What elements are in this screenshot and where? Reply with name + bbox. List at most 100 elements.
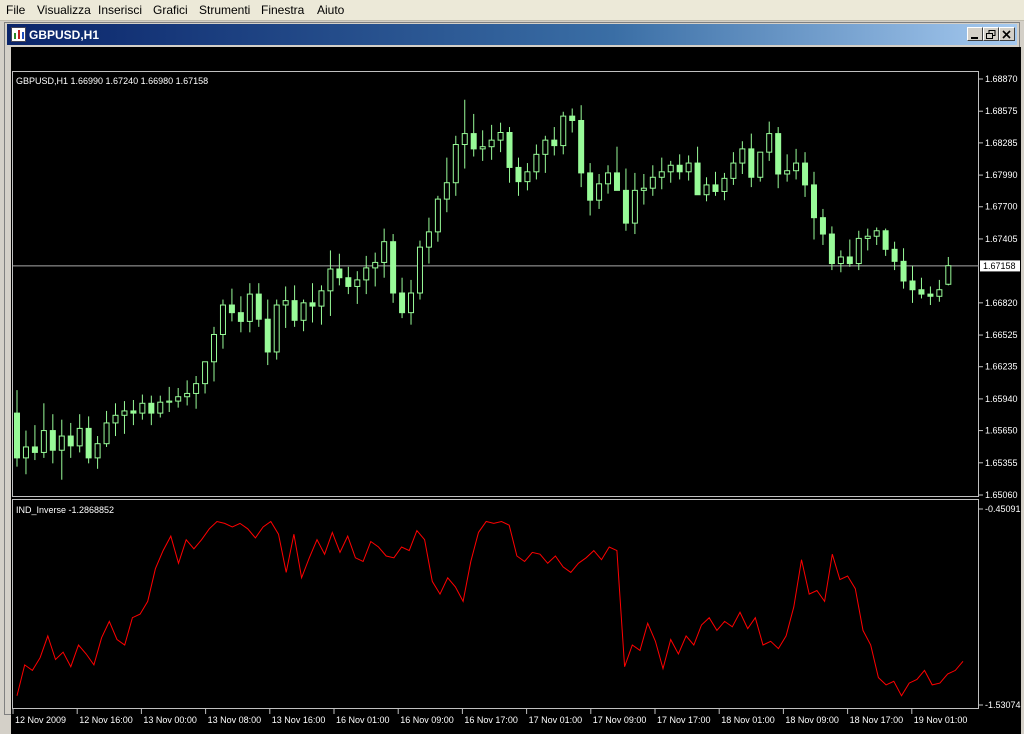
candle-body-bull [533,153,540,173]
candle-body-bull [793,162,800,172]
candle-body-bull [327,268,334,292]
price-tick-label: 1.66235 [985,362,1018,372]
menu-strumenti[interactable]: Strumenti [199,3,250,17]
candle-body-bull [372,261,379,269]
candle-body-bear [578,119,585,174]
price-tick-label: 1.65940 [985,394,1018,404]
candle-body-bull [757,151,764,178]
candle-body-bear [810,184,817,219]
menu-inserisci[interactable]: Inserisci [98,3,142,17]
candle-body-bear [515,166,522,183]
candle-body-bull [721,177,728,192]
candle-body-bull [461,133,468,146]
menu-bar: File Visualizza Inserisci Grafici Strume… [0,0,1024,21]
candle-body-bull [434,198,441,233]
candle-body-bull [103,422,110,445]
price-tick-label: 1.67700 [985,202,1018,212]
candle-body-bull [408,292,415,314]
candle-body-bull [488,139,495,148]
candle-body-bull [22,446,29,459]
candle-body-bull [219,304,226,335]
candle-body-bear [882,230,889,250]
chart-canvas[interactable]: 1.68870 1.68575 1.68285 1.67990 1.67700 1.674… [11,47,1021,734]
current-price-label: 1.67158 [980,260,1020,272]
candle-body-bull [318,290,325,307]
candle-body-bull [703,184,710,196]
candle-body-bull [855,237,862,265]
candle-body-bull [560,115,567,147]
price-tick-label: 1.68870 [985,74,1018,84]
candle-body-bull [873,230,880,237]
candle-body-bear [14,412,20,459]
candle-body-bear [291,300,298,321]
current-price-label-text: 1.67158 [983,261,1016,271]
price-tick-label: 1.66820 [985,298,1018,308]
candle-body-bull [658,171,665,178]
chart-area[interactable]: 1.68870 1.68575 1.68285 1.67990 1.67700 1.674… [11,47,1021,734]
candle-body-bull [381,241,388,263]
candle-body-bull [416,246,423,294]
candle-body-bear [918,289,925,295]
candle-body-bear [85,427,92,459]
candle-body-bear [676,164,683,173]
candle-body-bear [622,189,629,224]
candle-body-bull [730,162,737,179]
close-icon [1002,30,1011,39]
candle-body-bear [909,280,916,291]
menu-grafici[interactable]: Grafici [153,3,188,17]
candle-body-bear [891,248,898,262]
candle-body-bull [425,231,432,248]
price-tick-label: 1.65650 [985,426,1018,436]
candle-body-bear [345,277,352,287]
candle-body-bear [819,217,826,235]
indicator-tick-label: -1.53074 [985,700,1021,710]
candle-body-bull [211,333,218,363]
indicator-tick-label: -0.45091 [985,504,1021,514]
price-panel-info: GBPUSD,H1 1.66990 1.67240 1.66980 1.6715… [16,76,208,86]
window-titlebar[interactable]: GBPUSD,H1 [7,24,1017,45]
price-tick-label: 1.66525 [985,330,1018,340]
candle-body-bull [784,170,791,175]
candle-body-bull [667,164,674,173]
candle-body-bear [130,410,137,414]
candle-body-bear [264,318,271,353]
chart-background [11,47,1021,734]
candle-body-bear [613,172,620,191]
candle-body-bull [542,139,549,155]
candle-body-bear [336,268,343,279]
menu-aiuto[interactable]: Aiuto [317,3,344,17]
menu-finestra[interactable]: Finestra [261,3,304,17]
chart-window: GBPUSD,H1 1.68870 1.68575 1.68285 1.67990 1.… [4,22,1021,734]
candle-body-bear [506,132,513,168]
candle-body-bull [354,279,361,287]
candle-body-bull [605,172,612,185]
candle-body-bull [739,148,746,164]
candle-body-bear [587,172,594,201]
candle-body-bear [67,435,74,447]
candle-body-bull [443,182,450,200]
menu-visualizza[interactable]: Visualizza [37,3,91,17]
candle-body-bull [193,383,200,394]
minimize-button[interactable] [967,27,983,41]
candle-body-bull [112,414,119,424]
candle-body-bear [569,115,576,121]
candle-body-bear [927,293,934,297]
close-button[interactable] [999,27,1015,41]
candle-body-bull [596,183,603,201]
candle-body-bull [157,401,164,414]
candle-body-bear [712,184,719,192]
indicator-panel-info: IND_Inverse -1.2868852 [16,505,114,515]
candle-body-bull [766,133,773,153]
candle-body-bear [390,241,397,294]
restore-button[interactable] [983,27,999,41]
candle-body-bull [631,189,638,224]
price-tick-label: 1.65060 [985,490,1018,500]
candle-body-bear [470,133,477,150]
menu-file[interactable]: File [6,3,25,17]
candle-body-bear [255,293,262,320]
candle-body-bear [802,162,809,186]
candle-body-bull [837,256,844,265]
candle-body-bull [936,289,943,297]
candle-body-bull [479,146,486,150]
minimize-icon [971,37,978,39]
